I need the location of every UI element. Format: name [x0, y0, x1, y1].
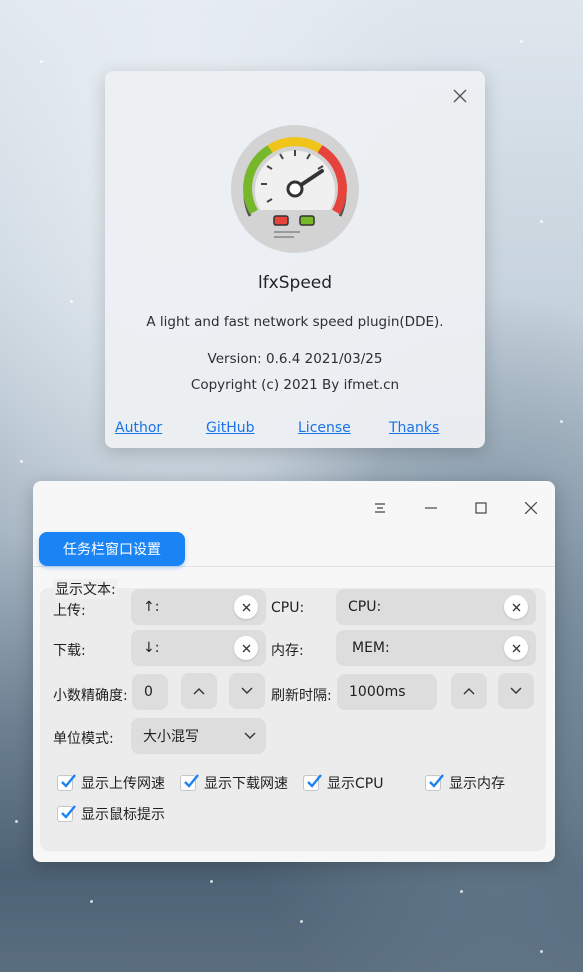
- precision-label: 小数精确度:: [53, 688, 128, 704]
- checkbox-checked-icon: [180, 774, 199, 791]
- checkbox-checked-icon: [57, 805, 76, 822]
- close-icon: [453, 89, 467, 103]
- download-text-value: ↓:: [143, 640, 160, 656]
- tab-bar: 任务栏窗口设置: [33, 532, 555, 567]
- clear-icon: [242, 603, 250, 611]
- download-text-field[interactable]: ↓:: [131, 630, 266, 666]
- maximize-icon: [475, 502, 487, 514]
- cpu-label: CPU:: [271, 600, 305, 616]
- speedometer-logo: [230, 124, 360, 254]
- license-link[interactable]: License: [298, 420, 351, 436]
- refresh-increment-button[interactable]: [451, 673, 487, 709]
- checkbox-checked-icon: [303, 774, 322, 791]
- clear-icon: [242, 644, 250, 652]
- author-link[interactable]: Author: [115, 420, 162, 436]
- close-icon: [525, 502, 537, 514]
- github-link[interactable]: GitHub: [206, 420, 255, 436]
- section-title: 显示文本:: [53, 579, 118, 599]
- app-description: A light and fast network speed plugin(DD…: [146, 314, 444, 330]
- chevron-down-icon: [241, 687, 253, 694]
- minimize-button[interactable]: [418, 495, 444, 521]
- chevron-down-icon: [244, 732, 256, 739]
- chevron-up-icon: [463, 688, 475, 695]
- precision-input[interactable]: 0: [132, 674, 168, 710]
- menu-icon: [375, 503, 385, 513]
- window-close-button[interactable]: [518, 495, 544, 521]
- mem-clear-button[interactable]: [504, 636, 528, 660]
- show-tooltip-label: 显示鼠标提示: [81, 807, 165, 823]
- download-clear-button[interactable]: [234, 636, 258, 660]
- show-upload-checkbox[interactable]: 显示上传网速: [57, 773, 165, 793]
- precision-decrement-button[interactable]: [229, 673, 265, 709]
- cpu-clear-button[interactable]: [504, 595, 528, 619]
- about-dialog: lfxSpeed A light and fast network speed …: [105, 71, 485, 448]
- upload-label: 上传:: [53, 603, 86, 619]
- unit-mode-select[interactable]: 大小混写: [131, 718, 266, 754]
- show-download-checkbox[interactable]: 显示下载网速: [180, 773, 288, 793]
- titlebar: [33, 481, 555, 533]
- minimize-icon: [425, 507, 437, 509]
- upload-text-value: ↑:: [143, 599, 160, 615]
- upload-text-field[interactable]: ↑:: [131, 589, 266, 625]
- checkbox-checked-icon: [57, 774, 76, 791]
- download-label: 下载:: [53, 643, 86, 659]
- refresh-decrement-button[interactable]: [498, 673, 534, 709]
- thanks-link[interactable]: Thanks: [389, 420, 439, 436]
- chevron-up-icon: [193, 688, 205, 695]
- chevron-down-icon: [510, 687, 522, 694]
- cpu-text-field[interactable]: CPU:: [336, 589, 536, 625]
- mem-text-field[interactable]: MEM:: [336, 630, 536, 666]
- refresh-input[interactable]: 1000ms: [337, 674, 437, 710]
- copyright-text: Copyright (c) 2021 By ifmet.cn: [190, 377, 400, 393]
- precision-increment-button[interactable]: [181, 673, 217, 709]
- clear-icon: [512, 644, 520, 652]
- show-download-label: 显示下载网速: [204, 776, 288, 792]
- show-mem-checkbox[interactable]: 显示内存: [425, 773, 505, 793]
- tab-taskbar-settings[interactable]: 任务栏窗口设置: [39, 532, 185, 566]
- clear-icon: [512, 603, 520, 611]
- unit-mode-value: 大小混写: [143, 729, 199, 745]
- menu-button[interactable]: [367, 495, 393, 521]
- show-tooltip-checkbox[interactable]: 显示鼠标提示: [57, 804, 165, 824]
- show-upload-label: 显示上传网速: [81, 776, 165, 792]
- show-cpu-checkbox[interactable]: 显示CPU: [303, 773, 383, 793]
- mem-text-value: MEM:: [352, 640, 390, 656]
- mem-label: 内存:: [271, 643, 304, 659]
- about-close-button[interactable]: [449, 85, 471, 107]
- checkbox-checked-icon: [425, 774, 444, 791]
- maximize-button[interactable]: [468, 495, 494, 521]
- settings-window: 任务栏窗口设置 显示文本: 上传: ↑: CPU: CPU: 下载: ↓: 内存…: [33, 481, 555, 862]
- cpu-text-value: CPU:: [348, 599, 382, 615]
- unit-mode-label: 单位模式:: [53, 731, 114, 747]
- show-mem-label: 显示内存: [449, 776, 505, 792]
- show-cpu-label: 显示CPU: [327, 776, 384, 792]
- version-text: Version: 0.6.4 2021/03/25: [207, 351, 383, 367]
- refresh-label: 刷新时隔:: [271, 688, 332, 704]
- app-name: lfxSpeed: [257, 273, 333, 293]
- upload-clear-button[interactable]: [234, 595, 258, 619]
- display-text-panel: 显示文本: 上传: ↑: CPU: CPU: 下载: ↓: 内存: MEM: 小…: [40, 579, 546, 851]
